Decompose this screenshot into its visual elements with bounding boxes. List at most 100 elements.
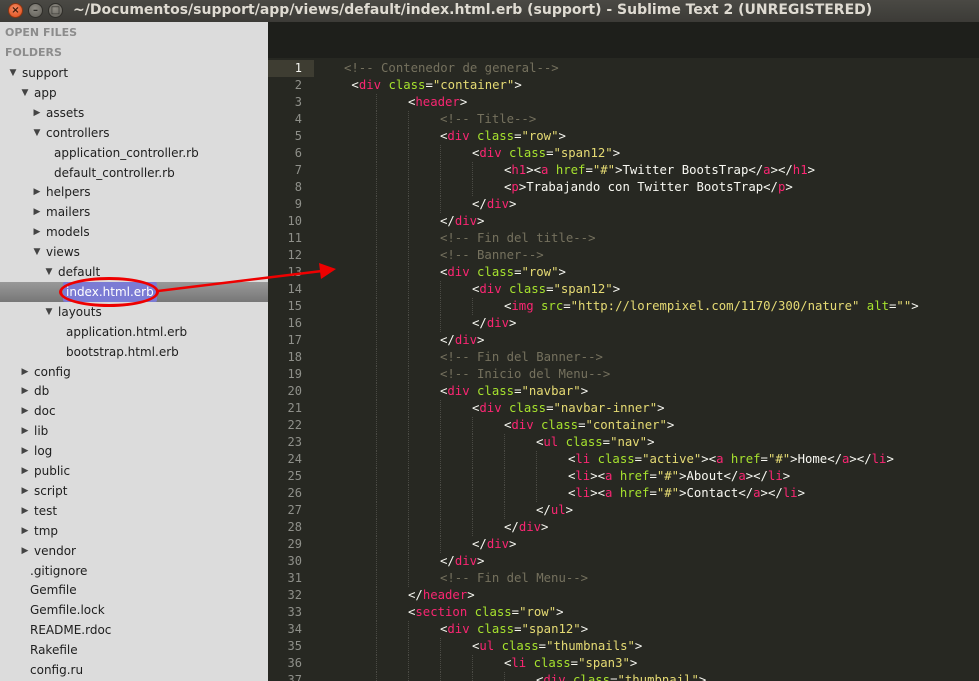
code-line[interactable]: <li class="active"><a href="#">Home</a><… [568, 451, 894, 468]
code-line[interactable]: <!-- Inicio del Menu--> [440, 366, 610, 383]
collapsed-arrow-icon[interactable]: ▶ [20, 401, 30, 421]
folder-item[interactable]: ▶ config [0, 362, 268, 382]
code-area[interactable]: <!-- Contenedor de general--> <div class… [268, 58, 979, 681]
code-line[interactable]: <section class="row"> [408, 604, 564, 621]
code-line[interactable]: </div> [440, 553, 484, 570]
folder-item[interactable]: ▶ models [0, 222, 268, 242]
collapsed-arrow-icon[interactable]: ▶ [20, 481, 30, 501]
collapsed-arrow-icon[interactable]: ▶ [20, 521, 30, 541]
code-line[interactable]: <div class="row"> [440, 264, 566, 281]
folder-item[interactable]: ▶ doc [0, 401, 268, 421]
folder-item[interactable]: ▶ mailers [0, 202, 268, 222]
minimize-window-button[interactable]: – [28, 3, 43, 18]
close-window-button[interactable]: × [8, 3, 23, 18]
file-item[interactable]: default_controller.rb [0, 163, 268, 183]
folder-item[interactable]: ▶ db [0, 381, 268, 401]
code-line[interactable]: <!-- Contenedor de general--> [344, 60, 559, 77]
folder-item[interactable]: ▶ log [0, 441, 268, 461]
expanded-arrow-icon[interactable]: ▼ [8, 63, 18, 83]
folder-item[interactable]: ▶ tmp [0, 521, 268, 541]
indent-guide [408, 638, 409, 655]
code-line[interactable]: <div class="span12"> [472, 281, 620, 298]
folder-item[interactable]: ▶ public [0, 461, 268, 481]
folders-header[interactable]: FOLDERS [5, 46, 62, 59]
code-line[interactable]: <ul class="nav"> [536, 434, 655, 451]
code-line[interactable]: <!-- Fin del Menu--> [440, 570, 588, 587]
code-line[interactable]: <div class="container"> [504, 417, 674, 434]
code-line[interactable]: </div> [440, 332, 484, 349]
maximize-window-button[interactable]: □ [48, 3, 63, 18]
folder-item[interactable]: ▶ script [0, 481, 268, 501]
code-line[interactable]: <!-- Fin del title--> [440, 230, 595, 247]
code-line[interactable]: <!-- Fin del Banner--> [440, 349, 603, 366]
code-line[interactable]: <img src="http://lorempixel.com/1170/300… [504, 298, 919, 315]
folder-item[interactable]: ▶ helpers [0, 182, 268, 202]
file-item[interactable]: Rakefile [0, 640, 268, 660]
code-token: "span12" [521, 622, 581, 636]
folder-item[interactable]: ▶ lib [0, 421, 268, 441]
file-item[interactable]: README.rdoc [0, 620, 268, 640]
collapsed-arrow-icon[interactable]: ▶ [20, 441, 30, 461]
collapsed-arrow-icon[interactable]: ▶ [20, 362, 30, 382]
code-line[interactable]: <h1><a href="#">Twitter BootsTrap</a></h… [504, 162, 815, 179]
expanded-arrow-icon[interactable]: ▼ [32, 242, 42, 262]
file-item[interactable]: application_controller.rb [0, 143, 268, 163]
file-item[interactable]: Gemfile [0, 580, 268, 600]
code-line[interactable]: </header> [408, 587, 475, 604]
title-bar[interactable]: × – □ ~/Documentos/support/app/views/def… [0, 0, 979, 22]
code-line[interactable]: <li><a href="#">Contact</a></li> [568, 485, 805, 502]
folder-item[interactable]: ▶ test [0, 501, 268, 521]
tree-item-label: script [34, 483, 68, 498]
code-line[interactable]: </div> [472, 315, 516, 332]
collapsed-arrow-icon[interactable]: ▶ [32, 103, 42, 123]
file-item[interactable]: bootstrap.html.erb [0, 342, 268, 362]
collapsed-arrow-icon[interactable]: ▶ [20, 421, 30, 441]
code-line[interactable]: <p>Trabajando con Twitter BootsTrap</p> [504, 179, 793, 196]
folder-item[interactable]: ▼ views [0, 242, 268, 262]
expanded-arrow-icon[interactable]: ▼ [20, 83, 30, 103]
folder-item[interactable]: ▶ vendor [0, 541, 268, 561]
collapsed-arrow-icon[interactable]: ▶ [20, 541, 30, 561]
code-line[interactable]: <li class="span3"> [504, 655, 637, 672]
indent-guide [472, 162, 473, 179]
code-line[interactable]: <div class="span12"> [472, 145, 620, 162]
folder-item[interactable]: ▼ app [0, 83, 268, 103]
folder-item[interactable]: ▶ assets [0, 103, 268, 123]
file-item[interactable]: Gemfile.lock [0, 600, 268, 620]
collapsed-arrow-icon[interactable]: ▶ [32, 182, 42, 202]
code-line[interactable]: <li><a href="#">About</a></li> [568, 468, 790, 485]
code-line[interactable]: </div> [472, 536, 516, 553]
collapsed-arrow-icon[interactable]: ▶ [32, 202, 42, 222]
code-line[interactable]: <div class="thumbnail"> [536, 672, 706, 681]
collapsed-arrow-icon[interactable]: ▶ [20, 501, 30, 521]
code-token: </ [408, 588, 423, 602]
code-line[interactable]: </div> [440, 213, 484, 230]
code-line[interactable]: <div class="row"> [440, 128, 566, 145]
code-line[interactable]: <div class="navbar"> [440, 383, 588, 400]
code-line[interactable]: </ul> [536, 502, 573, 519]
collapsed-arrow-icon[interactable]: ▶ [32, 222, 42, 242]
code-line[interactable]: </div> [472, 196, 516, 213]
code-line[interactable]: <div class="navbar-inner"> [472, 400, 665, 417]
file-item[interactable]: application.html.erb [0, 322, 268, 342]
folder-item[interactable]: ▼ controllers [0, 123, 268, 143]
collapsed-arrow-icon[interactable]: ▶ [20, 381, 30, 401]
folder-item[interactable]: ▼ support [0, 63, 268, 83]
code-line[interactable]: <!-- Banner--> [440, 247, 544, 264]
file-item[interactable]: config.ru [0, 660, 268, 680]
code-line[interactable]: <header> [408, 94, 467, 111]
code-token: ></ [745, 469, 768, 483]
code-line[interactable]: <div class="container"> [344, 77, 521, 94]
editor-pane[interactable]: 1 2 3 4 5 6 7 8 9 10 11 12 13 14 15 16 17 18 19 20 21 22 23 24 2… [268, 22, 979, 681]
expanded-arrow-icon[interactable]: ▼ [32, 123, 42, 143]
code-line[interactable]: <div class="span12"> [440, 621, 588, 638]
file-item[interactable]: .gitignore [0, 561, 268, 581]
code-line[interactable]: <!-- Title--> [440, 111, 536, 128]
expanded-arrow-icon[interactable]: ▼ [44, 302, 54, 322]
open-files-header[interactable]: OPEN FILES [5, 26, 77, 39]
code-line[interactable]: <ul class="thumbnails"> [472, 638, 642, 655]
code-line[interactable]: </div> [504, 519, 548, 536]
expanded-arrow-icon[interactable]: ▼ [44, 262, 54, 282]
collapsed-arrow-icon[interactable]: ▶ [20, 461, 30, 481]
